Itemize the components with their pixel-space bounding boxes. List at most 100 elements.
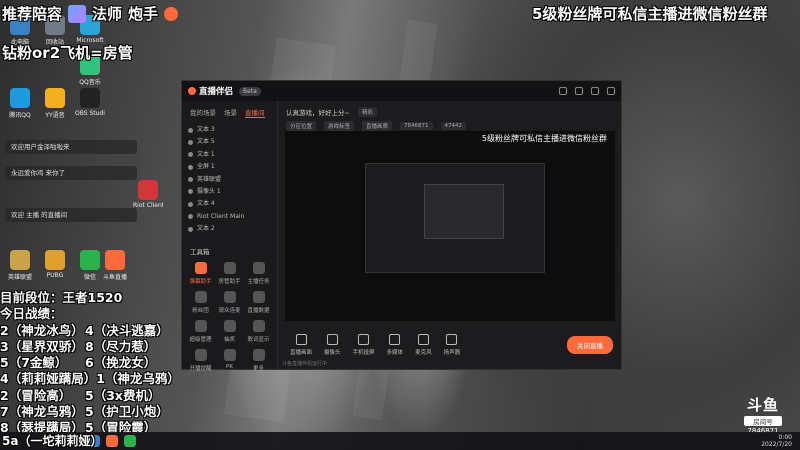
record-cell: 5（护卫小炮） [85,404,169,420]
layer-item[interactable]: 摄像头 1 [182,186,277,198]
taskbar: 0:00 2022/7/20 [0,432,800,450]
tool-item[interactable]: 歌词显示 [244,319,273,343]
tool-item[interactable]: 观众连麦 [215,290,244,314]
close-icon[interactable] [607,87,615,95]
stream-chip[interactable]: 7846871 [400,122,433,130]
record-cell: 4（决斗逃嘉） [85,322,169,338]
tool-item[interactable]: 房管助手 [215,261,244,285]
layer-label: 全屏 1 [197,163,215,171]
record-row: 2（神龙冰鸟） 4（决斗逃嘉） [0,323,170,339]
stream-tag[interactable]: 精彩 [357,107,377,117]
desktop-shortcut[interactable]: Riot Client [133,180,163,209]
layer-item[interactable]: 文本 2 [182,223,277,235]
scene-tab[interactable]: 直播间 [245,107,265,118]
stream-chip[interactable]: 游戏标签 [324,121,355,131]
app-taskbar-icon[interactable] [106,435,118,447]
eye-icon[interactable] [188,164,193,170]
stream-chip[interactable]: 分区位置 [286,121,317,131]
wechat-icon[interactable] [124,435,136,447]
overlay-mage: 法师 [92,5,123,23]
tool-item[interactable]: 弹幕助手 [186,261,215,285]
shortcut-icon [80,88,100,108]
tool-icon [194,290,207,303]
bottom-action[interactable]: 手机投屏 [353,334,375,356]
scene-tab[interactable]: 我的场景 [190,107,216,118]
bottom-action[interactable]: 麦克风 [415,334,432,356]
tool-item[interactable]: 开播提醒 [186,348,215,372]
desktop-shortcut[interactable]: 腾讯QQ [5,88,35,119]
stream-title[interactable]: 认真游戏，好好上分~ [286,107,350,117]
bottom-action[interactable]: 扬声器 [443,334,461,356]
shortcut-icon [10,250,30,270]
layer-item[interactable]: 文本 4 [182,198,277,210]
eye-icon[interactable] [188,177,193,183]
action-label: 多媒体 [386,350,404,356]
tool-item[interactable]: PK [215,348,244,372]
app-window[interactable]: 直播伴侣 Beta 我的场景 场景 直播间 文本 3 文本 5 文本 1 全屏 1 英雄联盟… [181,80,622,372]
tool-item[interactable]: 更多 [244,348,273,372]
live-button[interactable]: 关闭直播 [567,336,613,354]
eye-icon[interactable] [188,139,193,145]
record-cell: 5（7金鲸） [0,355,68,371]
action-label: 摄像头 [324,350,341,356]
desktop-shortcut[interactable]: 英雄联盟 [5,250,35,281]
stream-title-row: 认真游戏，好好上分~ 精彩 [286,107,617,117]
tool-label: 直播数据 [247,307,270,314]
tool-icon [194,261,207,274]
tool-icon [223,261,236,274]
eye-icon[interactable] [188,152,193,158]
stream-chip[interactable]: 47442 [440,122,467,130]
tool-grid: 弹幕助手 房管助手 主播任务粉丝团 观众连麦 直播数据超级管理 抽奖 歌词显示开播提醒 PK 更… [182,260,277,374]
action-icon [295,334,307,345]
tool-item[interactable]: 直播数据 [244,290,273,314]
action-icon [446,334,458,345]
record-cell: 2（神龙冰鸟） [0,322,84,338]
mage-icon [68,4,87,23]
tool-item[interactable]: 粉丝团 [186,290,215,314]
settings-icon[interactable] [559,87,567,95]
scene-tabs: 我的场景 场景 直播间 [182,101,277,124]
tool-label: 粉丝团 [192,307,209,314]
tool-item[interactable]: 超级管理 [186,319,215,343]
bottom-action[interactable]: 多媒体 [386,334,404,356]
shortcut-label: OBS Studio [75,110,105,117]
desktop-shortcut[interactable]: YY语音 [40,88,70,119]
bottom-action[interactable]: 摄像头 [324,334,341,356]
tool-label: 更多 [252,365,264,372]
preview-caption: 5级粉丝牌可私信主播进微信粉丝群 [481,134,607,143]
action-icon [358,334,370,345]
overlay-top-right: 5级粉丝牌可私信主播进微信粉丝群 [532,5,768,23]
scene-tab[interactable]: 场景 [224,107,237,118]
layer-item[interactable]: 文本 3 [182,124,277,136]
stream-preview[interactable]: 5级粉丝牌可私信主播进微信粉丝群 [285,131,615,321]
eye-icon[interactable] [188,226,193,232]
tool-item[interactable]: 主播任务 [244,261,273,285]
action-label: 直播画面 [290,350,313,356]
bottom-action[interactable]: 直播画面 [290,334,312,356]
record-row: 4（莉莉娅蹒局） 1（神龙乌鸦） [0,371,180,387]
preview-nested-window-inner [424,184,504,239]
shortcut-icon [10,88,30,108]
desktop-shortcut[interactable]: PUBG [40,250,70,279]
eye-icon[interactable] [188,189,193,195]
eye-icon[interactable] [188,127,193,133]
layer-item[interactable]: 文本 1 [182,149,277,161]
layer-item[interactable]: Riot Client Main [182,211,277,223]
notice-1: 欢迎用户金泽啦啦来 [5,140,137,154]
bottom-toolbar: 直播画面 摄像头 手机投屏 多媒体 麦克风 扬声器 关闭直播 [282,321,621,369]
layer-item[interactable]: 文本 5 [182,136,277,148]
eye-icon[interactable] [188,201,193,207]
maximize-icon[interactable] [591,87,599,95]
tool-icon [194,348,207,361]
app-logo: 直播伴侣 [188,85,233,97]
tool-item[interactable]: 抽奖 [215,319,244,343]
eye-icon[interactable] [188,214,193,220]
minimize-icon[interactable] [575,87,583,95]
desktop-shortcut[interactable]: OBS Studio [75,88,105,117]
stream-chip[interactable]: 直播画质 [362,121,393,131]
layer-item[interactable]: 英雄联盟 [182,174,277,186]
system-tray[interactable]: 0:00 2022/7/20 [761,434,792,448]
layer-item[interactable]: 全屏 1 [182,161,277,173]
desktop-shortcut[interactable]: 斗鱼直播 [100,250,130,281]
action-label: 扬声器 [443,350,461,356]
